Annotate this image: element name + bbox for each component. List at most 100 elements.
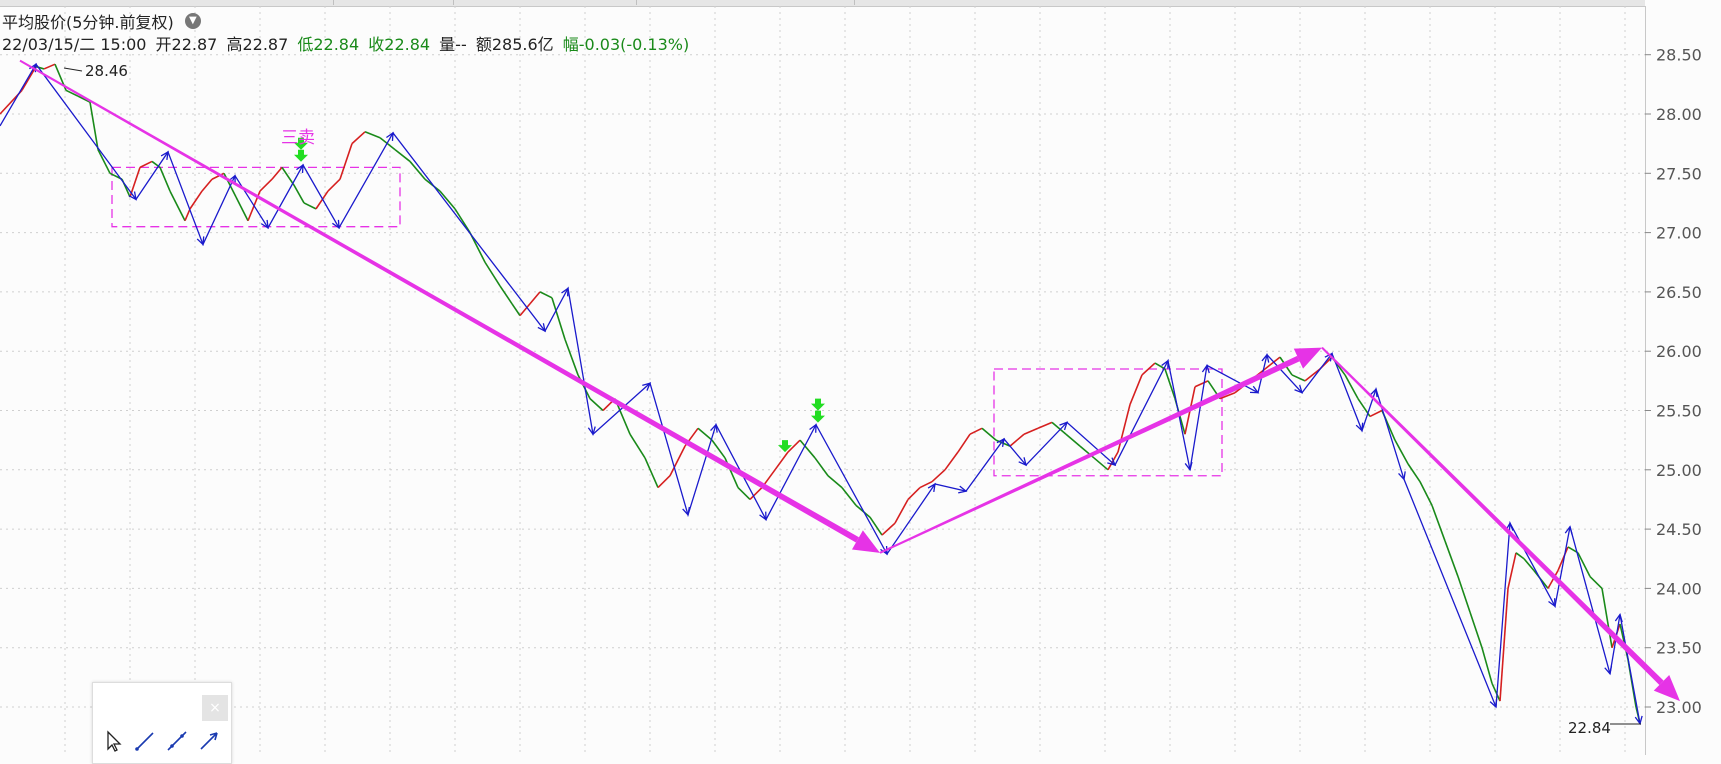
open-value: 开22.87	[155, 35, 218, 54]
price-segment	[21, 66, 37, 91]
y-axis: 23.00 23.50 24.00 24.50 25.00 25.50 26.00 26.50…	[1645, 46, 1702, 717]
price-segment	[454, 208, 471, 234]
price-segment	[657, 475, 671, 489]
price-segment	[184, 208, 191, 222]
y-tick-label: 27.50	[1656, 164, 1702, 183]
y-tick-label: 26.50	[1656, 283, 1702, 302]
price-segment	[841, 487, 857, 506]
price-segment	[271, 166, 283, 180]
price-segment	[303, 202, 317, 210]
price-segment	[1394, 439, 1409, 465]
price-segment	[201, 178, 213, 192]
amount-value: 额285.6亿	[475, 35, 554, 54]
y-tick-label: 25.50	[1656, 402, 1702, 421]
stroke-arrowhead	[160, 150, 169, 160]
price-segment	[1469, 611, 1483, 648]
price-segment	[484, 261, 501, 287]
price-segment	[1589, 575, 1603, 589]
price-segment	[159, 167, 171, 192]
price-segment	[235, 196, 249, 222]
high-price-label: 28.46	[85, 62, 128, 80]
y-tick-label: 28.00	[1656, 105, 1702, 124]
price-segment	[1457, 576, 1471, 613]
low-value: 低22.84	[297, 35, 360, 54]
chart-title-row: 平均股价(5分钟.前复权) ▼	[2, 9, 201, 33]
signal-markers	[294, 137, 825, 453]
price-segment	[293, 184, 305, 204]
drawing-toolbox: ×	[92, 682, 232, 764]
price-segment	[969, 427, 983, 435]
price-segment	[281, 166, 295, 186]
price-segment	[944, 451, 959, 471]
price-segment	[1037, 421, 1053, 430]
price-segment	[339, 143, 353, 180]
close-value: 收22.84	[368, 35, 431, 54]
change-value: 幅-0.03(-0.13%)	[562, 35, 690, 54]
price-segment	[589, 398, 604, 412]
price-segment	[1093, 457, 1109, 471]
price-segment	[169, 190, 186, 222]
price-segment	[539, 291, 553, 299]
price-segment	[499, 285, 513, 305]
price-segment	[814, 457, 829, 477]
signal-label: 三卖	[281, 128, 315, 148]
price-segment	[1194, 380, 1209, 388]
price-segment	[1507, 552, 1517, 589]
segment-icon[interactable]	[165, 729, 189, 753]
sell-signal-icon	[294, 149, 308, 162]
high-value: 高22.87	[226, 35, 289, 54]
price-segment	[43, 63, 56, 70]
chevron-down-icon[interactable]: ▼	[184, 13, 201, 29]
line-icon[interactable]	[133, 729, 157, 753]
price-segment	[644, 457, 659, 488]
price-segment	[439, 190, 456, 210]
price-segment	[697, 427, 713, 441]
price-segment	[364, 131, 381, 139]
arrow-line-icon[interactable]	[197, 729, 221, 753]
price-segment	[564, 339, 579, 376]
ohlc-info-row: 22/03/15/二 15:00 开22.87 高22.87 低22.84 收2…	[2, 31, 693, 55]
y-tick-label: 27.00	[1656, 224, 1702, 243]
price-segment	[1009, 433, 1025, 447]
price-segment	[1291, 374, 1306, 382]
price-segment	[1515, 552, 1525, 560]
sell-signal-icon	[811, 398, 825, 411]
price-chart[interactable]: 23.00 23.50 24.00 24.50 25.00 25.50 26.00 26.50…	[0, 0, 1721, 755]
price-segment	[827, 475, 843, 489]
price-segment	[957, 433, 971, 453]
annotations: 28.46 三卖 22.84	[63, 62, 1641, 737]
datetime-value: 22/03/15/二 15:00	[2, 35, 147, 54]
price-segment	[931, 469, 946, 483]
grid	[0, 6, 1645, 755]
price-segment	[1117, 404, 1131, 453]
sell-signal-icon	[811, 410, 825, 423]
price-segment	[1023, 427, 1039, 435]
y-tick-label: 23.50	[1656, 639, 1702, 658]
price-segment	[139, 160, 153, 169]
price-segment	[259, 178, 273, 192]
price-segment	[529, 291, 541, 305]
y-tick-label: 24.50	[1656, 520, 1702, 539]
price-segment	[551, 297, 566, 340]
price-segment	[629, 433, 646, 459]
price-segment	[1601, 588, 1613, 648]
y-tick-label: 23.00	[1656, 698, 1702, 717]
price-segment	[1369, 409, 1383, 418]
price-segment	[1481, 647, 1493, 684]
price-segment	[1129, 374, 1143, 405]
price-segment	[1407, 463, 1421, 483]
price-segment	[1431, 505, 1446, 542]
cursor-icon[interactable]	[103, 729, 127, 753]
y-tick-label: 26.00	[1656, 342, 1702, 361]
trend-arrow-shaft	[879, 355, 1300, 554]
trend-arrow-shaft	[1321, 346, 1664, 685]
low-price-label: 22.84	[1568, 719, 1611, 737]
series-layer	[0, 62, 1643, 726]
y-tick-label: 24.00	[1656, 579, 1702, 598]
price-segment	[774, 451, 789, 471]
price-segment	[511, 303, 521, 317]
y-tick-label: 25.00	[1656, 461, 1702, 480]
stroke-line	[0, 63, 1641, 724]
close-icon[interactable]: ×	[202, 695, 228, 721]
price-segment	[1444, 540, 1459, 577]
